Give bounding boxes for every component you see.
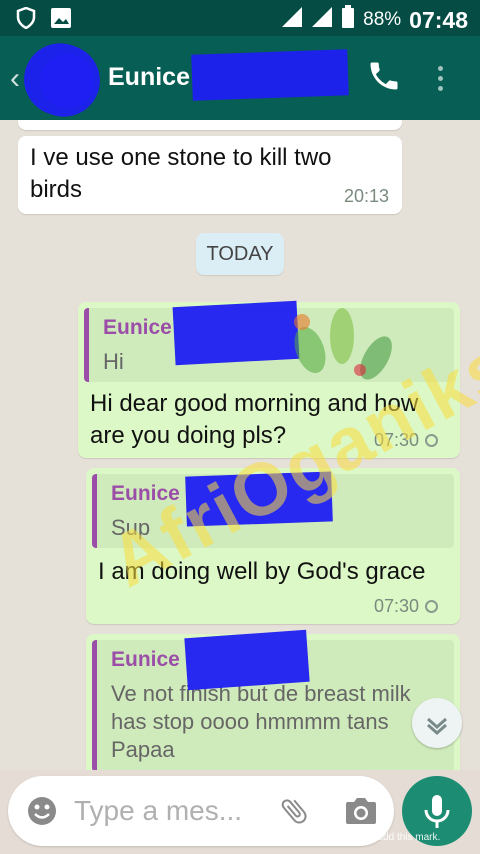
message-input[interactable]: Type a mes...: [74, 795, 242, 827]
image-icon: [50, 7, 72, 34]
watermark-logo: [294, 308, 392, 380]
clock: 07:48: [409, 6, 468, 33]
redaction: [13, 33, 111, 127]
redaction: [184, 629, 310, 691]
chat-header: ‹ Eunice: [0, 33, 480, 127]
battery-percent: 88%: [363, 9, 402, 30]
phone-icon[interactable]: [366, 58, 402, 99]
quoted-sender: Eunice: [103, 316, 172, 339]
contact-name[interactable]: Eunice: [108, 63, 190, 92]
shield-icon: [16, 6, 36, 34]
chevron-down-icon: [427, 717, 447, 736]
redaction: [191, 49, 349, 101]
message-bubble[interactable]: Eunice Ve not finish but de breast milk …: [86, 629, 460, 770]
message-time: 20:13: [344, 186, 390, 206]
signal-icon: [311, 6, 333, 34]
emoji-icon[interactable]: [26, 795, 58, 832]
message-bubble[interactable]: I ve use one stone to kill two birds 20:…: [18, 136, 402, 214]
message-list[interactable]: I ve use one stone to kill two birds 20:…: [0, 120, 480, 770]
quoted-sender: Eunice: [111, 648, 180, 671]
message-text: I ve use one stone to kill two birds: [30, 144, 332, 203]
more-options-icon[interactable]: [438, 66, 444, 96]
quoted-text: Ve not finish but de breast milk has sto…: [111, 681, 411, 762]
watermark-footer: Processed using the free version of Wate…: [39, 832, 441, 843]
quoted-text: Hi: [103, 349, 124, 374]
message-bubble: [18, 120, 402, 130]
message-time: 07:30: [374, 596, 439, 617]
attach-icon[interactable]: [278, 794, 310, 833]
date-divider: TODAY: [196, 233, 284, 275]
back-arrow-icon[interactable]: ‹: [10, 62, 20, 96]
status-bar: 88% 07:48: [0, 0, 480, 36]
camera-icon[interactable]: [344, 796, 378, 831]
battery-icon: [341, 5, 355, 35]
signal-icon: [281, 6, 303, 34]
scroll-to-bottom-button[interactable]: [412, 698, 462, 748]
read-tick-icon: [425, 600, 439, 613]
